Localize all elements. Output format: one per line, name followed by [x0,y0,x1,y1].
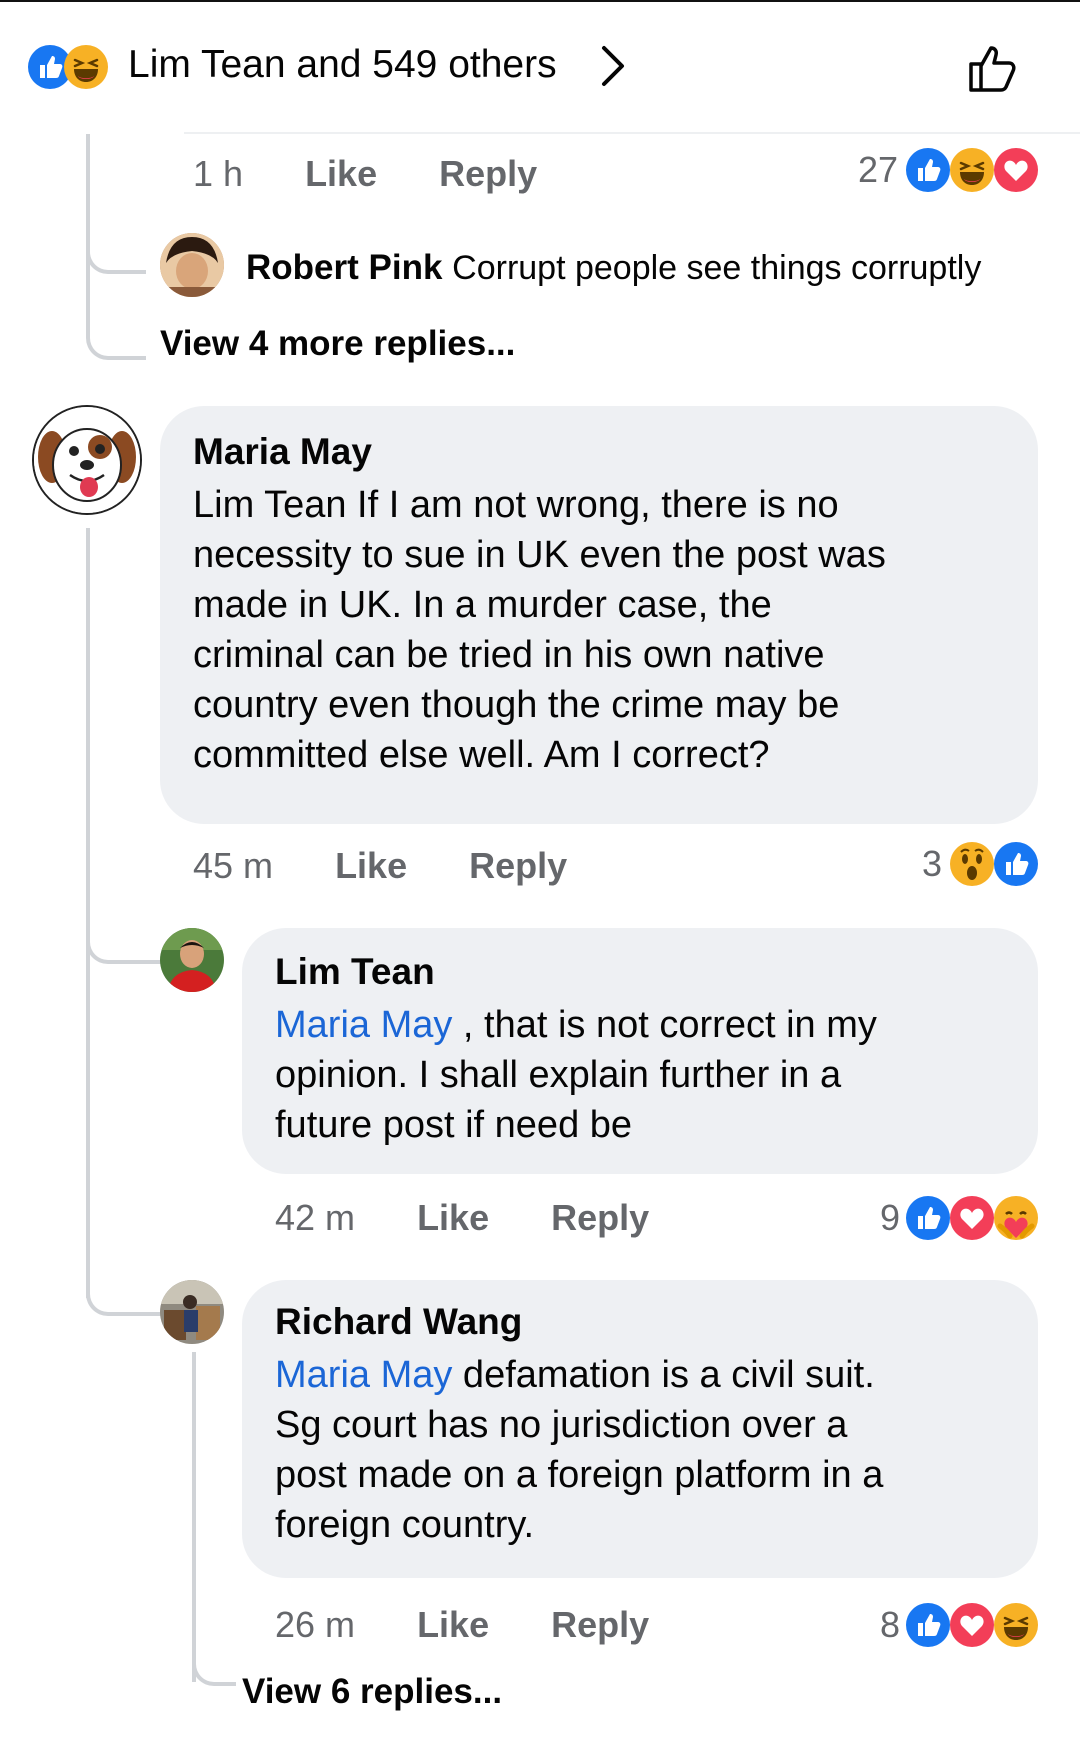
header-reaction-icons[interactable] [28,45,112,87]
comment-line: country even though the crime may be [193,684,840,726]
comment-line: foreign country. [275,1504,535,1546]
like-icon [994,842,1038,886]
reply-button[interactable]: Reply [469,844,567,888]
haha-icon [64,45,108,89]
reaction-icons[interactable] [906,1196,1040,1242]
comment-meta: 42 m Like Reply [275,1196,649,1240]
love-icon [950,1603,994,1647]
like-button[interactable]: Like [305,152,377,196]
wow-icon [950,842,994,886]
thread-connector [86,1250,162,1316]
comment-time[interactable]: 1 h [193,152,243,196]
thread-connector [86,270,146,360]
comment-time[interactable]: 26 m [275,1603,355,1647]
comment-text: Maria May defamation is a civil suit. Sg… [275,1350,883,1550]
comment-text: Maria May , that is not correct in my op… [275,1000,877,1150]
reply-preview[interactable]: Robert Pink Corrupt people see things co… [246,246,981,290]
mention-link[interactable]: Maria May [275,1004,452,1046]
comment-line: necessity to sue in UK even the post was [193,534,886,576]
comment-author[interactable]: Maria May [193,428,372,476]
comment-meta: 26 m Like Reply [275,1603,649,1647]
comment-text: Corrupt people see things corruptly [452,249,982,287]
person-photo-icon [160,928,224,992]
care-icon [994,1196,1038,1240]
reaction-count[interactable]: 9 [860,1196,900,1240]
love-icon [994,148,1038,192]
avatar[interactable] [160,928,224,992]
dog-cartoon-icon [34,407,140,513]
reply-button[interactable]: Reply [439,152,537,196]
view-replies-link[interactable]: View 6 replies... [242,1670,502,1714]
comment-line: committed else well. Am I correct? [193,734,770,776]
comment-line: future post if need be [275,1104,633,1146]
haha-icon [994,1603,1038,1647]
comment-line: defamation is a civil suit. [452,1354,875,1396]
person-photo-icon [160,1280,224,1344]
reaction-icons[interactable] [906,148,1040,194]
like-button[interactable]: Like [417,1196,489,1240]
like-button[interactable]: Like [417,1603,489,1647]
view-more-replies-link[interactable]: View 4 more replies... [160,322,515,366]
comment-line: made in UK. In a murder case, the [193,584,772,626]
haha-icon [950,148,994,192]
comment-time[interactable]: 45 m [193,844,273,888]
comment-line: Sg court has no jurisdiction over a [275,1404,848,1446]
thread-connector [86,200,146,274]
reaction-icons[interactable] [906,1603,1040,1649]
like-outline-icon[interactable] [965,38,1025,98]
chevron-right-icon[interactable] [596,40,630,92]
like-icon [906,1196,950,1240]
comment-author[interactable]: Richard Wang [275,1298,522,1346]
comment-author[interactable]: Lim Tean [275,948,435,996]
top-divider [0,0,1080,2]
comment-author[interactable]: Robert Pink [246,248,442,287]
avatar[interactable] [160,1280,224,1344]
comment-time[interactable]: 42 m [275,1196,355,1240]
avatar[interactable] [160,233,224,297]
comment-line: , that is not correct in my [452,1004,877,1046]
like-button[interactable]: Like [335,844,407,888]
thread-line [192,1352,196,1682]
thread-connector [86,900,162,964]
reply-button[interactable]: Reply [551,1196,649,1240]
reaction-count[interactable]: 8 [860,1603,900,1647]
comment-bubble: Maria May Lim Tean If I am not wrong, th… [160,406,1038,824]
mention-link[interactable]: Maria May [275,1354,452,1396]
thread-connector [192,1640,236,1686]
comment-bubble: Richard Wang Maria May defamation is a c… [242,1280,1038,1578]
comment-bubble: Lim Tean Maria May , that is not correct… [242,928,1038,1174]
love-icon [950,1196,994,1240]
person-photo-icon [160,233,224,297]
comment-meta: 1 h Like Reply [193,152,537,196]
reply-button[interactable]: Reply [551,1603,649,1647]
like-icon [906,1603,950,1647]
comment-text: Lim Tean If I am not wrong, there is no … [193,480,886,780]
reaction-count[interactable]: 3 [900,842,942,886]
reactors-summary[interactable]: Lim Tean and 549 others [128,40,557,90]
like-icon [906,148,950,192]
comment-line: opinion. I shall explain further in a [275,1054,842,1096]
reaction-icons[interactable] [950,842,1040,888]
comment-line: Lim Tean If I am not wrong, there is no [193,484,839,526]
avatar[interactable] [32,405,142,515]
comment-meta: 45 m Like Reply [193,844,567,888]
header-divider [184,132,1080,134]
comment-line: criminal can be tried in his own native [193,634,825,676]
reaction-count[interactable]: 27 [840,148,898,192]
comment-line: post made on a foreign platform in a [275,1454,884,1496]
